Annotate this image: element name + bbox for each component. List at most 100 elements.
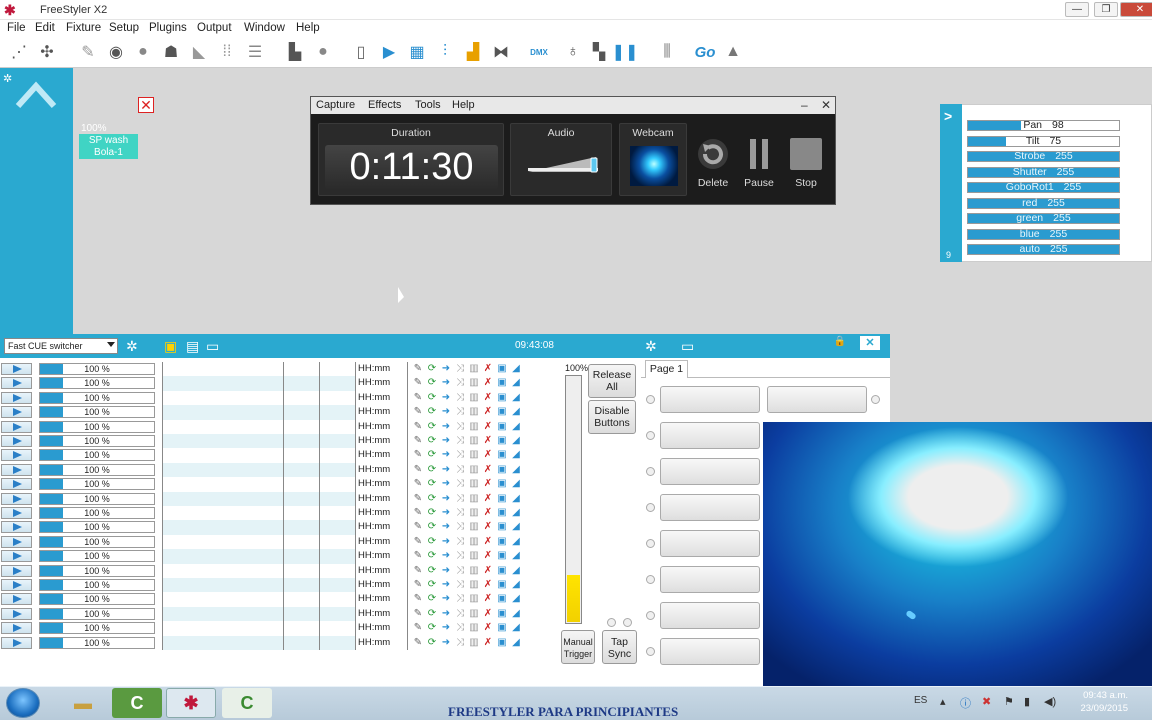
page-button[interactable]: [660, 422, 760, 449]
fade-icon[interactable]: ◢: [510, 449, 522, 461]
gear-icon[interactable]: ✲: [3, 72, 12, 85]
cue-intensity-slider[interactable]: 100 %: [39, 435, 155, 447]
page-button[interactable]: [660, 566, 760, 593]
faders-icon[interactable]: ⫶: [435, 42, 455, 62]
page-button[interactable]: [767, 386, 867, 413]
cue-time-field[interactable]: HH:mm: [356, 419, 408, 434]
page-open-folder-icon[interactable]: ▭: [681, 338, 694, 355]
arrow-icon[interactable]: ➜: [440, 536, 452, 548]
flag-icon[interactable]: ⚑: [1004, 695, 1014, 708]
capture-menu-tools[interactable]: Tools: [415, 99, 441, 111]
cue-time-field[interactable]: HH:mm: [356, 362, 408, 377]
gobo-wheel-icon[interactable]: ◉: [106, 42, 126, 62]
arrow-icon[interactable]: ➜: [440, 392, 452, 404]
stop-button[interactable]: Stop: [786, 137, 826, 189]
cue-intensity-slider[interactable]: 100 %: [39, 449, 155, 462]
play-cue-button[interactable]: [1, 550, 32, 563]
expand-right-icon[interactable]: >: [944, 108, 952, 124]
maximize-button[interactable]: ❐: [1094, 2, 1118, 17]
fade-icon[interactable]: ◢: [510, 478, 522, 490]
cue-field[interactable]: [320, 390, 356, 406]
cue-field[interactable]: [284, 606, 320, 622]
fade-icon[interactable]: ◢: [510, 536, 522, 548]
pause-button[interactable]: Pause: [739, 137, 779, 189]
fade-icon[interactable]: ◢: [510, 622, 522, 634]
cue-name-field[interactable]: [162, 635, 284, 650]
info-icon[interactable]: ▣: [496, 593, 508, 605]
menu-fixture[interactable]: Fixture: [66, 22, 101, 34]
play-icon[interactable]: ▶: [379, 42, 399, 62]
play-cue-button[interactable]: [1, 607, 32, 620]
arrow-icon[interactable]: ➜: [440, 406, 452, 418]
arrow-icon[interactable]: ➜: [440, 521, 452, 533]
settings-gear-icon[interactable]: ✲: [126, 338, 138, 355]
crosshair-icon[interactable]: ✣: [37, 42, 57, 62]
fader-icon[interactable]: ⫼: [657, 42, 677, 62]
capture-menu-effects[interactable]: Effects: [368, 99, 401, 111]
cue-field[interactable]: [320, 520, 356, 535]
arrow-icon[interactable]: ➜: [440, 637, 452, 649]
cue-intensity-slider[interactable]: 100 %: [39, 593, 155, 606]
refresh-icon[interactable]: ⟳: [426, 435, 438, 447]
info-icon[interactable]: ▣: [496, 536, 508, 548]
info-icon[interactable]: ▣: [496, 363, 508, 375]
cue-field[interactable]: [320, 434, 356, 449]
arrow-icon[interactable]: ➜: [440, 608, 452, 620]
remove-icon[interactable]: ✗: [482, 507, 494, 519]
play-cue-button[interactable]: [1, 420, 32, 433]
copy-icon[interactable]: ▥: [468, 637, 480, 649]
cue-name-field[interactable]: [162, 477, 284, 492]
edit-icon[interactable]: ✎: [412, 622, 424, 634]
menu-help[interactable]: Help: [296, 22, 320, 34]
shuffle-icon[interactable]: ⤨: [454, 392, 466, 404]
cue-time-field[interactable]: HH:mm: [356, 549, 408, 564]
remove-icon[interactable]: ✗: [482, 565, 494, 577]
cue-field[interactable]: [320, 462, 356, 478]
edit-icon[interactable]: ✎: [412, 406, 424, 418]
refresh-icon[interactable]: ⟳: [426, 637, 438, 649]
page-button[interactable]: [660, 638, 760, 665]
copy-icon[interactable]: ▥: [468, 507, 480, 519]
cue-time-field[interactable]: HH:mm: [356, 621, 408, 636]
color-wheel-icon[interactable]: ●: [133, 42, 153, 62]
cue-time-field[interactable]: HH:mm: [356, 534, 408, 550]
shuffle-icon[interactable]: ⤨: [454, 464, 466, 476]
cue-time-field[interactable]: HH:mm: [356, 376, 408, 391]
camtasia-recorder-taskbar-icon[interactable]: C: [222, 688, 272, 718]
copy-icon[interactable]: ▥: [468, 579, 480, 591]
cue-field[interactable]: [284, 491, 320, 506]
edit-icon[interactable]: ✎: [412, 550, 424, 562]
arrow-icon[interactable]: ➜: [440, 377, 452, 389]
refresh-icon[interactable]: ⟳: [426, 622, 438, 634]
cue-time-field[interactable]: HH:mm: [356, 506, 408, 521]
network-icon[interactable]: ✖: [982, 695, 991, 708]
arrow-icon[interactable]: ➜: [440, 435, 452, 447]
page-button[interactable]: [660, 530, 760, 557]
edit-icon[interactable]: ✎: [412, 593, 424, 605]
refresh-icon[interactable]: ⟳: [426, 493, 438, 505]
shuffle-icon[interactable]: ⤨: [454, 507, 466, 519]
edit-icon[interactable]: ✎: [412, 637, 424, 649]
cue-field[interactable]: [284, 448, 320, 463]
fade-icon[interactable]: ◢: [510, 608, 522, 620]
copy-icon[interactable]: ▥: [468, 622, 480, 634]
cue-field[interactable]: [320, 534, 356, 550]
cue-name-field[interactable]: [162, 621, 284, 636]
cue-field[interactable]: [320, 549, 356, 564]
info-icon[interactable]: ▣: [496, 406, 508, 418]
cue-name-field[interactable]: [162, 448, 284, 463]
copy-icon[interactable]: ▥: [468, 565, 480, 577]
remove-icon[interactable]: ✗: [482, 622, 494, 634]
shuffle-icon[interactable]: ⤨: [454, 521, 466, 533]
arrow-icon[interactable]: ➜: [440, 363, 452, 375]
cue-time-field[interactable]: HH:mm: [356, 390, 408, 406]
copy-icon[interactable]: ▥: [468, 478, 480, 490]
cue-intensity-slider[interactable]: 100 %: [39, 420, 155, 433]
fade-icon[interactable]: ◢: [510, 421, 522, 433]
arrow-icon[interactable]: ➜: [440, 507, 452, 519]
cue-field[interactable]: [320, 563, 356, 578]
cue-time-field[interactable]: HH:mm: [356, 606, 408, 622]
play-cue-button[interactable]: [1, 507, 32, 519]
cue-intensity-slider[interactable]: 100 %: [39, 579, 155, 591]
cue-field[interactable]: [320, 592, 356, 607]
